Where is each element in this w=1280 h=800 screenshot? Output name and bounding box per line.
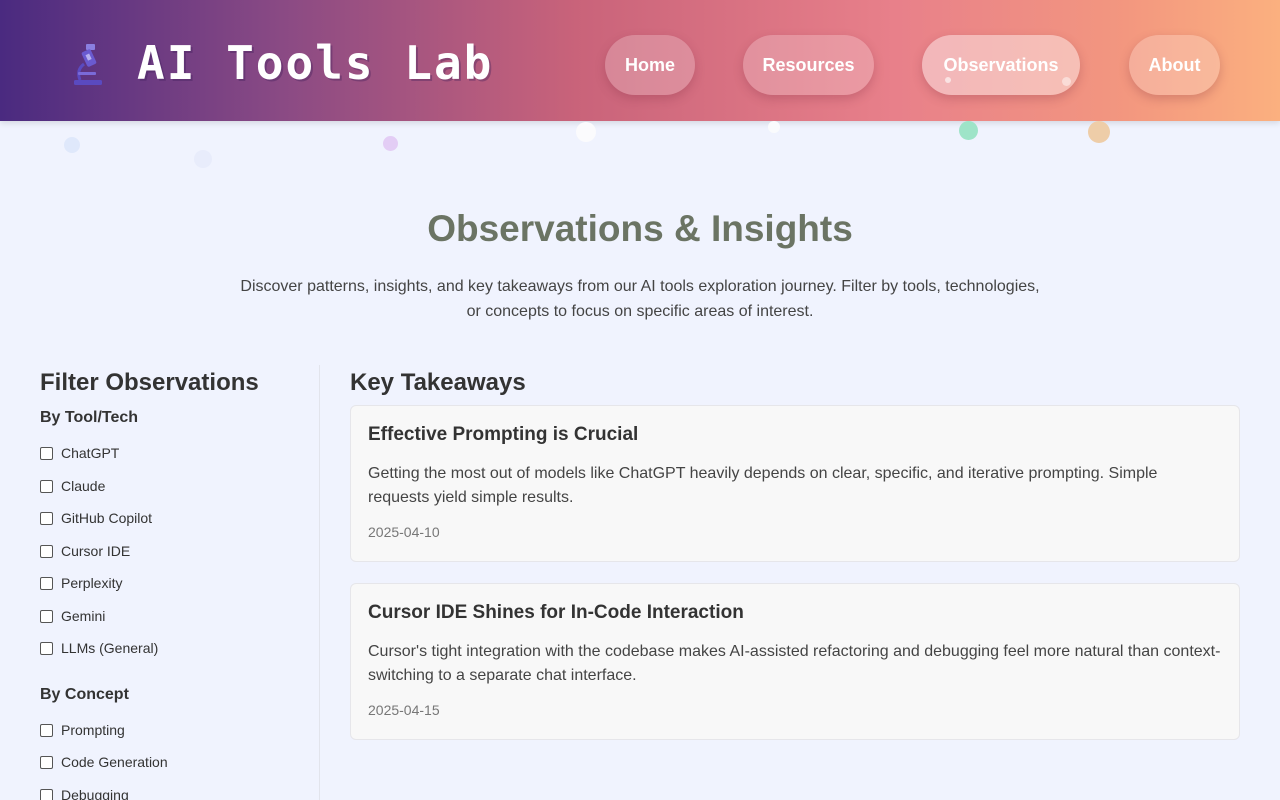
observation-card: Cursor IDE Shines for In-Code Interactio… xyxy=(350,583,1240,740)
filter-prompting[interactable]: Prompting xyxy=(40,720,125,740)
filter-code-generation[interactable]: Code Generation xyxy=(40,752,168,772)
checkbox[interactable] xyxy=(40,511,53,525)
checkbox[interactable] xyxy=(40,788,53,800)
page-intro: Discover patterns, insights, and key tak… xyxy=(240,278,1040,320)
decor-dot xyxy=(1062,77,1071,86)
site-logo[interactable]: AI Tools Lab xyxy=(137,36,493,90)
checkbox[interactable] xyxy=(40,609,53,623)
checkbox[interactable] xyxy=(40,723,53,737)
nav-resources[interactable]: Resources xyxy=(743,35,874,95)
checkbox[interactable] xyxy=(40,576,53,590)
filter-chatgpt[interactable]: ChatGPT xyxy=(40,443,119,463)
observation-card: Effective Prompting is Crucial Getting t… xyxy=(350,405,1240,562)
filter-debugging[interactable]: Debugging xyxy=(40,785,129,800)
filter-sidebar: Filter Observations By Tool/Tech ChatGPT… xyxy=(40,365,320,800)
card-date: 2025-04-15 xyxy=(368,702,440,718)
checkbox[interactable] xyxy=(40,544,53,558)
decor-dot xyxy=(64,137,80,153)
card-date: 2025-04-10 xyxy=(368,524,440,540)
checkbox[interactable] xyxy=(40,755,53,769)
filter-llms-general[interactable]: LLMs (General) xyxy=(40,638,158,658)
filter-title: Filter Observations xyxy=(40,369,259,396)
decor-dot xyxy=(959,121,978,140)
concept-filter-heading: By Concept xyxy=(40,686,129,703)
decor-dot xyxy=(194,150,212,168)
filter-gemini[interactable]: Gemini xyxy=(40,606,105,626)
section-title: Key Takeaways xyxy=(350,369,526,396)
checkbox[interactable] xyxy=(40,446,53,460)
card-body: Cursor's tight integration with the code… xyxy=(368,643,1221,684)
nav-home[interactable]: Home xyxy=(605,35,695,95)
decor-dot xyxy=(768,121,780,133)
site-header: AI Tools Lab Home Resources Observations… xyxy=(0,0,1280,121)
page-title: Observations & Insights xyxy=(427,208,853,249)
card-title: Effective Prompting is Crucial xyxy=(368,424,639,445)
card-body: Getting the most out of models like Chat… xyxy=(368,465,1158,506)
filter-cursor-ide[interactable]: Cursor IDE xyxy=(40,541,130,561)
decor-dot xyxy=(945,77,951,83)
decor-dot xyxy=(383,136,398,151)
microscope-icon xyxy=(70,40,106,88)
nav-observations[interactable]: Observations xyxy=(922,35,1080,95)
filter-claude[interactable]: Claude xyxy=(40,476,105,496)
card-title: Cursor IDE Shines for In-Code Interactio… xyxy=(368,602,744,623)
checkbox[interactable] xyxy=(40,641,53,655)
decor-dot xyxy=(576,122,596,142)
nav-about[interactable]: About xyxy=(1129,35,1220,95)
tool-filter-heading: By Tool/Tech xyxy=(40,409,139,426)
filter-perplexity[interactable]: Perplexity xyxy=(40,573,122,593)
checkbox[interactable] xyxy=(40,479,53,493)
decor-dot xyxy=(1088,121,1110,143)
filter-github-copilot[interactable]: GitHub Copilot xyxy=(40,508,152,528)
